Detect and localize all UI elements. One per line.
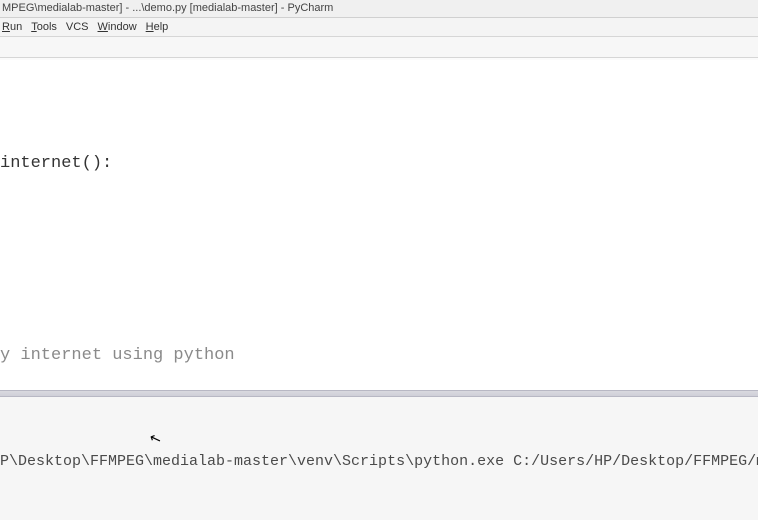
mouse-cursor-icon: ↖ xyxy=(147,428,166,453)
fn-name: internet xyxy=(0,154,82,173)
code-line-doc1: y internet using python xyxy=(0,344,758,368)
menu-tools[interactable]: Tools xyxy=(31,18,57,36)
menu-vcs[interactable]: VCS xyxy=(66,18,89,36)
code-line: internet(): xyxy=(0,152,758,176)
console-line: P\Desktop\FFMPEG\medialab-master\venv\Sc… xyxy=(0,451,758,473)
toolbar xyxy=(0,37,758,58)
menu-run[interactable]: Run xyxy=(2,18,22,36)
run-panel-divider[interactable] xyxy=(0,390,758,397)
menubar: Run Tools VCS Window Help xyxy=(0,18,758,37)
window-titlebar: MPEG\medialab-master] - ...\demo.py [med… xyxy=(0,0,758,18)
code-line-blank xyxy=(0,248,758,272)
code-area: internet(): y internet using python urn:… xyxy=(0,60,758,390)
menu-window[interactable]: Window xyxy=(98,18,137,36)
run-console[interactable]: P\Desktop\FFMPEG\medialab-master\venv\Sc… xyxy=(0,397,758,520)
window-title: MPEG\medialab-master] - ...\demo.py [med… xyxy=(2,2,333,14)
code-editor[interactable]: internet(): y internet using python urn:… xyxy=(0,60,758,390)
menu-help[interactable]: Help xyxy=(146,18,169,36)
